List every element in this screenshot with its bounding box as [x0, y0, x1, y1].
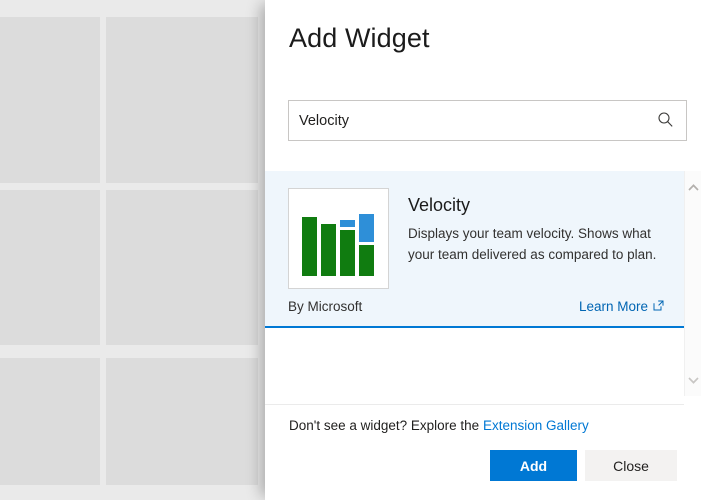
dashboard-tile[interactable] — [0, 358, 100, 485]
preview-bar — [302, 217, 317, 276]
scroll-up-button[interactable] — [685, 178, 701, 195]
preview-bar-planned — [359, 214, 374, 242]
widget-card-velocity[interactable]: Velocity Displays your team velocity. Sh… — [265, 171, 684, 328]
dashboard-tile[interactable] — [106, 17, 258, 183]
search-button[interactable] — [648, 104, 682, 137]
widget-publisher: By Microsoft — [288, 299, 362, 314]
velocity-preview-chart — [289, 189, 388, 288]
dashboard-tile[interactable] — [106, 358, 258, 485]
close-button[interactable]: Close — [585, 450, 677, 481]
chevron-up-icon — [688, 178, 699, 196]
dashboard-tile[interactable] — [106, 190, 258, 345]
extension-gallery-link[interactable]: Extension Gallery — [483, 418, 589, 433]
widget-results: Velocity Displays your team velocity. Sh… — [265, 171, 701, 396]
results-scrollbar[interactable] — [684, 171, 701, 396]
widget-title: Velocity — [408, 194, 470, 216]
chevron-down-icon — [688, 371, 699, 389]
preview-bar — [321, 224, 336, 276]
preview-bar-completed — [340, 230, 355, 276]
footer-note-text: Don't see a widget? Explore the — [289, 418, 479, 433]
app-root: Add Widget Velocity — [0, 0, 701, 500]
footer-divider — [265, 404, 684, 405]
external-link-icon — [653, 299, 664, 314]
learn-more-label: Learn More — [579, 299, 648, 314]
preview-bar-completed — [321, 224, 336, 276]
widget-results-scrollport: Velocity Displays your team velocity. Sh… — [265, 171, 684, 396]
dashboard-tile[interactable] — [0, 190, 100, 345]
footer-note: Don't see a widget? Explore the Extensio… — [289, 417, 589, 435]
search-input[interactable] — [289, 101, 649, 140]
preview-bar — [340, 220, 355, 276]
preview-bar-planned — [340, 220, 355, 227]
preview-bar — [359, 214, 374, 276]
preview-bar-completed — [359, 245, 374, 276]
widget-thumbnail — [288, 188, 389, 289]
learn-more-link[interactable]: Learn More — [579, 299, 664, 314]
page-title: Add Widget — [289, 18, 430, 58]
scroll-down-button[interactable] — [685, 371, 701, 388]
widget-description: Displays your team velocity. Shows what … — [408, 223, 666, 265]
dashboard-tile[interactable] — [0, 17, 100, 183]
add-button[interactable]: Add — [490, 450, 577, 481]
search-box[interactable] — [288, 100, 687, 141]
add-widget-panel: Add Widget Velocity — [265, 0, 701, 500]
search-icon — [657, 111, 674, 131]
preview-bar-completed — [302, 217, 317, 276]
